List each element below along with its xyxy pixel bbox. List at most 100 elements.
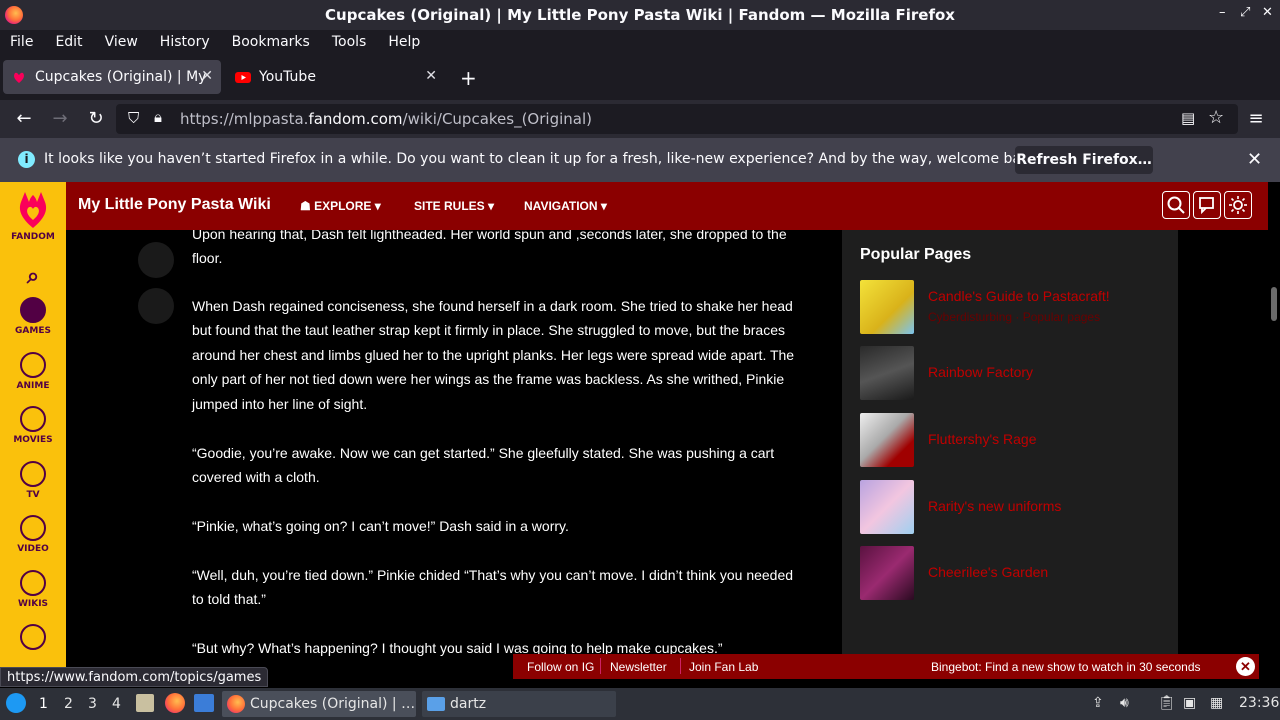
rail-games[interactable]: GAMES [0, 297, 66, 336]
refresh-firefox-button[interactable]: Refresh Firefox… [1015, 146, 1153, 174]
tv-icon [20, 461, 46, 487]
menu-file[interactable]: File [0, 34, 44, 50]
newsletter-link[interactable]: Newsletter [610, 660, 667, 674]
firefox-logo-icon [5, 6, 23, 24]
taskbar: 1 2 3 4 Cupcakes (Original) | … dartz ⇪ … [0, 688, 1280, 720]
link-icon[interactable] [138, 288, 174, 324]
thumbnail-image[interactable] [860, 413, 914, 467]
search-button[interactable] [1162, 191, 1190, 219]
search-icon [1167, 196, 1185, 214]
rail-more[interactable] [0, 624, 66, 653]
menu-tools[interactable]: Tools [321, 34, 378, 50]
close-tab-icon[interactable]: ✕ [201, 68, 213, 84]
bookmark-star-icon[interactable]: ☆ [1208, 107, 1224, 128]
tab-youtube[interactable]: YouTube ✕ [227, 60, 445, 94]
menu-edit[interactable]: Edit [44, 34, 93, 50]
popular-page-link[interactable]: Cheerilee's Garden [928, 564, 1048, 580]
bingebot-promo[interactable]: Bingebot: Find a new show to watch in 30… [931, 660, 1201, 674]
fandom-bottom-bar: Follow on IG Newsletter Join Fan Lab Bin… [513, 654, 1259, 679]
menu-help[interactable]: Help [377, 34, 431, 50]
scrollbar-thumb[interactable] [1271, 287, 1277, 321]
fandom-brand: FANDOM [11, 232, 55, 242]
rail-label: WIKIS [17, 599, 49, 609]
workspace-3[interactable]: 3 [88, 696, 97, 712]
notification-message: It looks like you haven’t started Firefo… [44, 151, 1043, 167]
divider [680, 658, 681, 674]
search-icon[interactable]: ⌕ [27, 264, 39, 289]
wiki-header: My Little Pony Pasta Wiki ☗ EXPLORE ▾ SI… [66, 182, 1268, 230]
close-icon[interactable]: ✕ [1236, 657, 1255, 676]
tab-cupcakes[interactable]: Cupcakes (Original) | My ✕ [3, 60, 221, 94]
desktop-icon[interactable] [194, 694, 214, 712]
rail-search[interactable]: ⌕ [0, 264, 66, 289]
scrollbar-track[interactable] [1268, 182, 1280, 670]
url-bar[interactable]: ⛉ 🔒︎ https://mlppasta.fandom.com/wiki/Cu… [116, 104, 1238, 134]
clipboard-icon[interactable]: 📋︎ [1158, 695, 1176, 711]
nav-explore[interactable]: ☗ EXPLORE ▾ [300, 199, 381, 213]
file-manager-icon[interactable] [136, 694, 154, 712]
task-firefox[interactable]: Cupcakes (Original) | … [222, 691, 416, 717]
tab-label: Cupcakes (Original) | My [35, 69, 207, 85]
minimize-button[interactable]: – [1219, 5, 1226, 20]
workspace-2[interactable]: 2 [64, 696, 73, 712]
comment-icon[interactable] [138, 242, 174, 278]
popular-page-link[interactable]: Candle's Guide to Pastacraft! [928, 288, 1110, 304]
start-menu-icon[interactable] [6, 693, 26, 713]
hamburger-menu-icon[interactable]: ≡ [1245, 109, 1267, 129]
info-icon: i [18, 151, 35, 168]
thumbnail-image[interactable] [860, 280, 914, 334]
task-dartz[interactable]: dartz [422, 691, 616, 717]
join-fan-lab-link[interactable]: Join Fan Lab [689, 660, 758, 674]
movie-clapper-icon [20, 406, 46, 432]
firefox-launcher-icon[interactable] [165, 693, 185, 713]
thumbnail-image[interactable] [860, 480, 914, 534]
rail-tv[interactable]: TV [0, 461, 66, 500]
rail-video[interactable]: VIDEO [0, 515, 66, 554]
fandom-logo[interactable]: FANDOM [0, 188, 66, 242]
rail-wikis[interactable]: WIKIS [0, 570, 66, 609]
shield-icon[interactable]: ⛉ [128, 109, 139, 127]
menu-view[interactable]: View [94, 34, 149, 50]
forward-arrow-icon[interactable]: → [49, 109, 71, 129]
window-title: Cupcakes (Original) | My Little Pony Pas… [325, 6, 955, 24]
rail-movies[interactable]: MOVIES [0, 406, 66, 445]
workspace-4[interactable]: 4 [112, 696, 121, 712]
network-icon[interactable]: ▦ [1210, 695, 1223, 711]
thumbnail-image[interactable] [860, 546, 914, 600]
back-arrow-icon[interactable]: ← [13, 109, 35, 129]
reload-icon[interactable]: ↻ [85, 109, 107, 129]
close-icon[interactable]: ✕ [1247, 149, 1262, 170]
menu-history[interactable]: History [149, 34, 221, 50]
popular-page-link[interactable]: Rainbow Factory [928, 364, 1033, 380]
rail-anime[interactable]: ANIME [0, 352, 66, 391]
youtube-favicon-icon [235, 69, 251, 85]
close-tab-icon[interactable]: ✕ [425, 68, 437, 84]
workspace-1[interactable]: 1 [39, 696, 48, 712]
discussions-button[interactable] [1193, 191, 1221, 219]
reader-view-icon[interactable]: ▤ [1181, 109, 1195, 127]
upload-icon[interactable]: ⇪ [1092, 695, 1104, 711]
nav-navigation[interactable]: NAVIGATION ▾ [524, 199, 607, 213]
lock-icon[interactable]: 🔒︎ [154, 108, 162, 126]
popular-page-link[interactable]: Fluttershy's Rage [928, 431, 1037, 447]
maximize-button[interactable]: ⤢ [1240, 5, 1250, 20]
popular-page-sub: Cyberdisturbing · Popular pages [928, 310, 1101, 324]
new-tab-icon[interactable]: + [460, 66, 477, 90]
display-icon[interactable]: ▣ [1183, 695, 1196, 711]
fandom-sidebar: FANDOM ⌕ GAMES ANIME MOVIES TV VIDEO WIK… [0, 182, 66, 670]
paragraph: Upon hearing that, Dash felt lightheaded… [192, 230, 787, 267]
play-icon [20, 515, 46, 541]
wiki-name[interactable]: My Little Pony Pasta Wiki [78, 196, 271, 214]
popular-page-link[interactable]: Rarity's new uniforms [928, 498, 1061, 514]
popular-pages-heading: Popular Pages [860, 246, 972, 263]
follow-ig-link[interactable]: Follow on IG [527, 660, 594, 674]
rail-label: VIDEO [17, 544, 49, 554]
clock[interactable]: 23:36 [1239, 695, 1279, 711]
volume-icon[interactable]: 🔊︎ [1120, 695, 1129, 711]
nav-site-rules[interactable]: SITE RULES ▾ [414, 199, 494, 213]
theme-toggle-button[interactable] [1224, 191, 1252, 219]
close-window-button[interactable]: ✕ [1262, 5, 1273, 20]
thumbnail-image[interactable] [860, 346, 914, 400]
url-text[interactable]: https://mlppasta.fandom.com/wiki/Cupcake… [180, 110, 592, 128]
menu-bookmarks[interactable]: Bookmarks [221, 34, 321, 50]
